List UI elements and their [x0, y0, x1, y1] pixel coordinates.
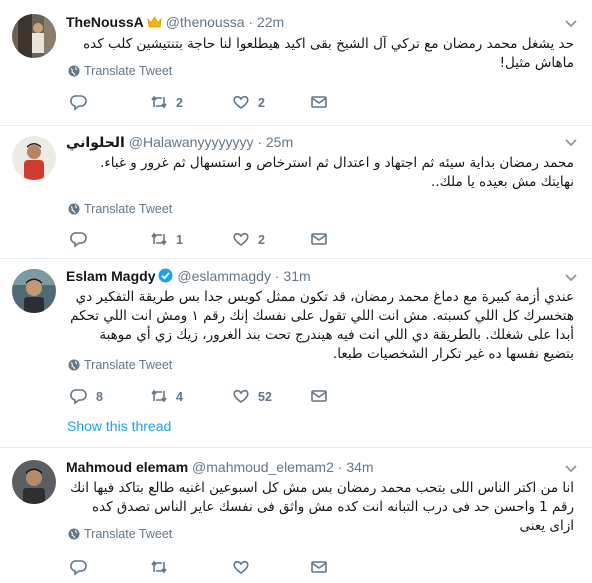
- tweet[interactable]: Mahmoud elemam @mahmoud_elemam2 · 34m ان…: [0, 448, 592, 583]
- heart-icon: [233, 389, 249, 403]
- retweet-count: 1: [176, 233, 183, 247]
- display-name[interactable]: Mahmoud elemam: [66, 459, 188, 475]
- tweet-timestamp[interactable]: 31m: [283, 268, 310, 284]
- direct-message-button[interactable]: [310, 387, 328, 407]
- chevron-down-icon[interactable]: [564, 135, 578, 149]
- globe-icon: [68, 528, 80, 540]
- chevron-down-icon[interactable]: [564, 16, 578, 30]
- tweet-header: الحلواني @Halawanyyyyyyyy · 25m: [66, 132, 562, 152]
- show-thread-link[interactable]: Show this thread: [67, 418, 171, 434]
- verified-badge-icon: [158, 268, 173, 283]
- envelope-icon: [311, 390, 327, 402]
- reply-count: 8: [96, 390, 103, 404]
- avatar[interactable]: [12, 269, 56, 313]
- tweet-text: عندي أزمة كبيرة مع دماغ محمد رمضان، قد ت…: [70, 289, 574, 362]
- tweet-actions: 2 2: [70, 93, 370, 113]
- like-count: 2: [258, 96, 265, 110]
- avatar[interactable]: [12, 136, 56, 180]
- tweet-timestamp[interactable]: 25m: [266, 134, 293, 150]
- reply-button[interactable]: [70, 558, 88, 578]
- translate-tweet-link[interactable]: Translate Tweet: [68, 526, 172, 542]
- display-name[interactable]: الحلواني: [66, 134, 125, 150]
- separator-dot: ·: [257, 134, 262, 150]
- tweet-text: محمد رمضان بداية سيئه ثم اجتهاد و اعتدال…: [100, 155, 574, 190]
- tweet[interactable]: الحلواني @Halawanyyyyyyyy · 25m محمد رمض…: [0, 126, 592, 259]
- like-button[interactable]: 2: [232, 93, 265, 113]
- like-button[interactable]: 2: [232, 230, 265, 250]
- direct-message-button[interactable]: [310, 558, 328, 578]
- like-button[interactable]: [232, 558, 250, 578]
- crown-emoji-icon: [147, 14, 162, 32]
- globe-icon: [68, 203, 80, 215]
- display-name[interactable]: Eslam Magdy: [66, 268, 155, 284]
- translate-tweet-link[interactable]: Translate Tweet: [68, 201, 172, 217]
- heart-icon: [233, 95, 249, 109]
- retweet-button[interactable]: 1: [150, 230, 183, 250]
- retweet-icon: [151, 560, 167, 574]
- tweet-actions: [70, 558, 370, 578]
- envelope-icon: [311, 233, 327, 245]
- heart-icon: [233, 560, 249, 574]
- reply-icon: [70, 95, 87, 111]
- like-count: 2: [258, 233, 265, 247]
- globe-icon: [68, 65, 80, 77]
- separator-dot: ·: [248, 14, 254, 30]
- user-handle[interactable]: @thenoussa: [166, 14, 245, 30]
- tweet-header: Mahmoud elemam @mahmoud_elemam2 · 34m: [66, 457, 562, 477]
- reply-icon: [70, 560, 87, 576]
- avatar[interactable]: [12, 14, 56, 58]
- envelope-icon: [311, 96, 327, 108]
- translate-label: Translate Tweet: [84, 202, 173, 216]
- retweet-button[interactable]: 2: [150, 93, 183, 113]
- reply-button[interactable]: 8: [70, 387, 103, 407]
- retweet-button[interactable]: 4: [150, 387, 183, 407]
- chevron-down-icon[interactable]: [564, 461, 578, 475]
- like-count: 52: [258, 390, 272, 404]
- like-button[interactable]: 52: [232, 387, 272, 407]
- tweet-actions: 8 4 52: [70, 387, 370, 407]
- user-handle[interactable]: @mahmoud_elemam2: [192, 459, 334, 475]
- heart-icon: [233, 232, 249, 246]
- translate-tweet-link[interactable]: Translate Tweet: [68, 63, 172, 79]
- direct-message-button[interactable]: [310, 230, 328, 250]
- translate-label: Translate Tweet: [84, 64, 173, 78]
- tweet[interactable]: Eslam Magdy @eslammagdy · 31m عندي أزمة …: [0, 259, 592, 448]
- retweet-icon: [151, 389, 167, 403]
- reply-icon: [70, 232, 87, 248]
- reply-icon: [70, 389, 87, 405]
- user-handle[interactable]: @Halawanyyyyyyyy: [129, 134, 254, 150]
- envelope-icon: [311, 561, 327, 573]
- separator-dot: ·: [337, 459, 343, 475]
- globe-icon: [68, 359, 80, 371]
- translate-tweet-link[interactable]: Translate Tweet: [68, 357, 172, 373]
- retweet-icon: [151, 95, 167, 109]
- direct-message-button[interactable]: [310, 93, 328, 113]
- tweet-header: TheNoussA @thenoussa · 22m: [66, 12, 562, 32]
- retweet-count: 4: [176, 390, 183, 404]
- separator-dot: ·: [274, 268, 280, 284]
- tweet-timestamp[interactable]: 34m: [346, 459, 373, 475]
- user-handle[interactable]: @eslammagdy: [177, 268, 271, 284]
- reply-button[interactable]: [70, 93, 96, 113]
- translate-label: Translate Tweet: [84, 527, 173, 541]
- reply-button[interactable]: [70, 230, 96, 250]
- avatar[interactable]: [12, 460, 56, 504]
- tweet[interactable]: TheNoussA @thenoussa · 22m حد يشغل محمد …: [0, 0, 592, 126]
- retweet-icon: [151, 232, 167, 246]
- chevron-down-icon[interactable]: [564, 270, 578, 284]
- timeline: TheNoussA @thenoussa · 22m حد يشغل محمد …: [0, 0, 592, 583]
- display-name[interactable]: TheNoussA: [66, 14, 144, 30]
- tweet-actions: 1 2: [70, 230, 370, 250]
- translate-label: Translate Tweet: [84, 358, 173, 372]
- tweet-header: Eslam Magdy @eslammagdy · 31m: [66, 266, 562, 286]
- retweet-button[interactable]: [150, 558, 168, 578]
- tweet-timestamp[interactable]: 22m: [257, 14, 284, 30]
- retweet-count: 2: [176, 96, 183, 110]
